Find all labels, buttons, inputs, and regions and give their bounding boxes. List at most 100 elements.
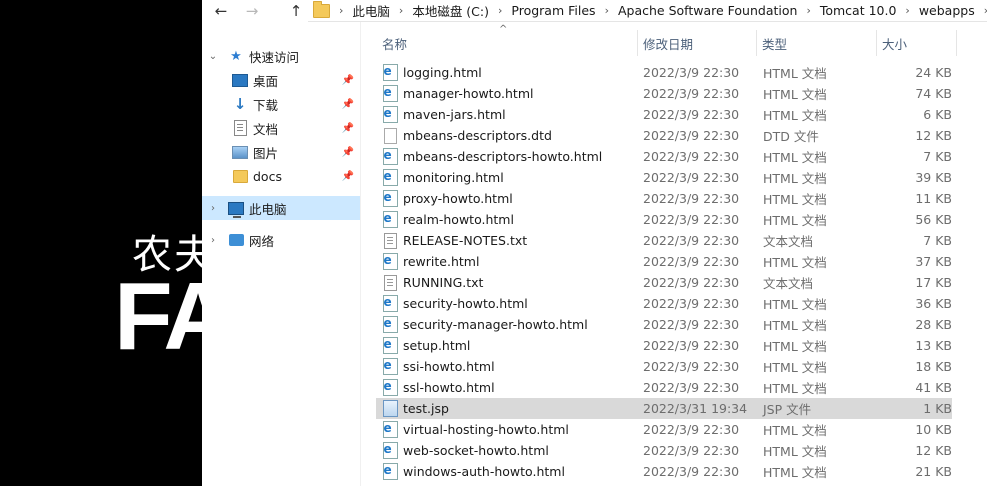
column-divider[interactable] bbox=[876, 30, 877, 56]
file-row[interactable]: RELEASE-NOTES.txt 2022/3/9 22:30 文本文档 7 KB bbox=[376, 230, 952, 251]
file-type: HTML 文档 bbox=[763, 192, 827, 207]
breadcrumb-item[interactable]: webapps bbox=[919, 3, 975, 18]
html-file-icon bbox=[382, 421, 398, 438]
file-row[interactable]: proxy-howto.html 2022/3/9 22:30 HTML 文档 11 … bbox=[376, 188, 952, 209]
breadcrumb-chevron-icon[interactable]: › bbox=[339, 4, 343, 17]
html-file-icon bbox=[382, 442, 398, 459]
breadcrumb-item[interactable]: Apache Software Foundation bbox=[618, 3, 797, 18]
address-bar-row: ← → ↑ › 此电脑 › 本地磁盘 (C:) › Program Files › Apach… bbox=[202, 0, 987, 22]
file-row[interactable]: windows-auth-howto.html 2022/3/9 22:30 HTM… bbox=[376, 461, 952, 482]
breadcrumb-chevron-icon[interactable]: › bbox=[399, 4, 403, 17]
expand-chevron-icon[interactable]: › bbox=[206, 235, 220, 246]
file-size: 7 KB bbox=[923, 149, 952, 164]
pin-icon: 📌 bbox=[341, 146, 354, 158]
expand-chevron-icon[interactable]: › bbox=[206, 203, 220, 214]
html-file-icon bbox=[382, 85, 398, 102]
file-row[interactable]: setup.html 2022/3/9 22:30 HTML 文档 13 KB bbox=[376, 335, 952, 356]
dtd-file-icon bbox=[382, 127, 398, 144]
file-row[interactable]: rewrite.html 2022/3/9 22:30 HTML 文档 37 KB bbox=[376, 251, 952, 272]
file-name: mbeans-descriptors.dtd bbox=[403, 128, 552, 143]
html-file-icon bbox=[382, 253, 398, 270]
file-name: ssi-howto.html bbox=[403, 359, 495, 374]
file-date: 2022/3/9 22:30 bbox=[643, 107, 740, 122]
html-file-icon bbox=[382, 337, 398, 354]
file-date: 2022/3/9 22:30 bbox=[643, 254, 740, 269]
file-name: maven-jars.html bbox=[403, 107, 506, 122]
file-row[interactable]: security-manager-howto.html 2022/3/9 22:3… bbox=[376, 314, 952, 335]
file-row[interactable]: mbeans-descriptors.dtd 2022/3/9 22:30 DTD … bbox=[376, 125, 952, 146]
file-row[interactable]: ssl-howto.html 2022/3/9 22:30 HTML 文档 41 KB bbox=[376, 377, 952, 398]
back-button[interactable]: ← bbox=[210, 0, 232, 22]
breadcrumb-chevron-icon[interactable]: › bbox=[806, 4, 810, 17]
up-button[interactable]: ↑ bbox=[285, 0, 307, 22]
sort-ascending-icon: ^ bbox=[499, 24, 508, 35]
document-icon bbox=[232, 120, 248, 136]
nav-item[interactable]: › 网络 bbox=[202, 228, 360, 252]
file-row[interactable]: ssi-howto.html 2022/3/9 22:30 HTML 文档 18 KB bbox=[376, 356, 952, 377]
nav-item[interactable]: docs 📌 bbox=[202, 164, 360, 188]
nav-item[interactable]: › 此电脑 bbox=[202, 196, 360, 220]
breadcrumb-item[interactable]: Program Files bbox=[511, 3, 595, 18]
nav-item[interactable]: ↓ 下载 📌 bbox=[202, 92, 360, 116]
file-name: ssl-howto.html bbox=[403, 380, 495, 395]
text-file-icon bbox=[382, 274, 398, 291]
navigation-pane: ⌄ ★ 快速访问 桌面 📌 ↓ 下载 📌 文档 📌 图片 📌 docs 📌 › 此电脑 › 网络 bbox=[202, 42, 360, 486]
column-header-type[interactable]: 类型 bbox=[762, 34, 787, 52]
breadcrumb-item[interactable]: 此电脑 bbox=[352, 1, 390, 20]
file-row[interactable]: realm-howto.html 2022/3/9 22:30 HTML 文档 56 … bbox=[376, 209, 952, 230]
file-date: 2022/3/9 22:30 bbox=[643, 86, 740, 101]
nav-item-label: docs bbox=[253, 168, 282, 184]
pin-icon: 📌 bbox=[341, 98, 354, 110]
breadcrumb-item[interactable]: 本地磁盘 (C:) bbox=[412, 1, 489, 20]
file-type: HTML 文档 bbox=[763, 444, 827, 459]
back-arrow-icon: ← bbox=[214, 2, 228, 20]
nav-item-label: 此电脑 bbox=[249, 201, 287, 217]
breadcrumb-chevron-icon[interactable]: › bbox=[498, 4, 502, 17]
file-size: 7 KB bbox=[923, 233, 952, 248]
jsp-file-icon bbox=[382, 400, 398, 417]
breadcrumb-item[interactable]: Tomcat 10.0 bbox=[820, 3, 897, 18]
breadcrumb-chevron-icon[interactable]: › bbox=[605, 4, 609, 17]
column-header-size[interactable]: 大小 bbox=[882, 34, 907, 52]
file-row[interactable]: mbeans-descriptors-howto.html 2022/3/9 22… bbox=[376, 146, 952, 167]
pin-icon: 📌 bbox=[341, 74, 354, 86]
pane-divider[interactable] bbox=[360, 22, 361, 486]
nav-item[interactable]: 文档 📌 bbox=[202, 116, 360, 140]
html-file-icon bbox=[382, 295, 398, 312]
column-header-date[interactable]: 修改日期 bbox=[643, 34, 693, 52]
column-header-name[interactable]: 名称 bbox=[382, 34, 407, 52]
file-date: 2022/3/9 22:30 bbox=[643, 170, 740, 185]
address-bar[interactable]: › 此电脑 › 本地磁盘 (C:) › Program Files › Apache Soft… bbox=[308, 0, 987, 22]
file-date: 2022/3/9 22:30 bbox=[643, 380, 740, 395]
file-row[interactable]: logging.html 2022/3/9 22:30 HTML 文档 24 KB bbox=[376, 62, 952, 83]
file-type: HTML 文档 bbox=[763, 360, 827, 375]
breadcrumb-chevron-icon[interactable]: › bbox=[905, 4, 909, 17]
column-divider[interactable] bbox=[756, 30, 757, 56]
nav-item[interactable]: ⌄ ★ 快速访问 bbox=[202, 44, 360, 68]
nav-item-label: 文档 bbox=[253, 121, 279, 137]
file-row[interactable]: RUNNING.txt 2022/3/9 22:30 文本文档 17 KB bbox=[376, 272, 952, 293]
nav-item[interactable]: 图片 📌 bbox=[202, 140, 360, 164]
pictures-icon bbox=[232, 144, 248, 160]
html-file-icon bbox=[382, 106, 398, 123]
html-file-icon bbox=[382, 190, 398, 207]
nav-item[interactable]: 桌面 📌 bbox=[202, 68, 360, 92]
forward-button[interactable]: → bbox=[241, 0, 263, 22]
star-icon: ★ bbox=[230, 48, 242, 64]
file-row[interactable]: monitoring.html 2022/3/9 22:30 HTML 文档 39 K… bbox=[376, 167, 952, 188]
column-divider[interactable] bbox=[637, 30, 638, 56]
file-row[interactable]: security-howto.html 2022/3/9 22:30 HTML 文档… bbox=[376, 293, 952, 314]
html-file-icon bbox=[382, 358, 398, 375]
expand-chevron-icon[interactable]: ⌄ bbox=[206, 51, 220, 62]
file-size: 36 KB bbox=[915, 296, 952, 311]
file-row[interactable]: virtual-hosting-howto.html 2022/3/9 22:30… bbox=[376, 419, 952, 440]
file-row[interactable]: manager-howto.html 2022/3/9 22:30 HTML 文档 7… bbox=[376, 83, 952, 104]
file-row[interactable]: test.jsp 2022/3/31 19:34 JSP 文件 1 KB bbox=[376, 398, 952, 419]
file-size: 28 KB bbox=[915, 317, 952, 332]
file-name: logging.html bbox=[403, 65, 482, 80]
file-row[interactable]: maven-jars.html 2022/3/9 22:30 HTML 文档 6 KB bbox=[376, 104, 952, 125]
column-divider[interactable] bbox=[956, 30, 957, 56]
file-size: 12 KB bbox=[915, 128, 952, 143]
file-row[interactable]: web-socket-howto.html 2022/3/9 22:30 HTML … bbox=[376, 440, 952, 461]
file-date: 2022/3/9 22:30 bbox=[643, 317, 740, 332]
